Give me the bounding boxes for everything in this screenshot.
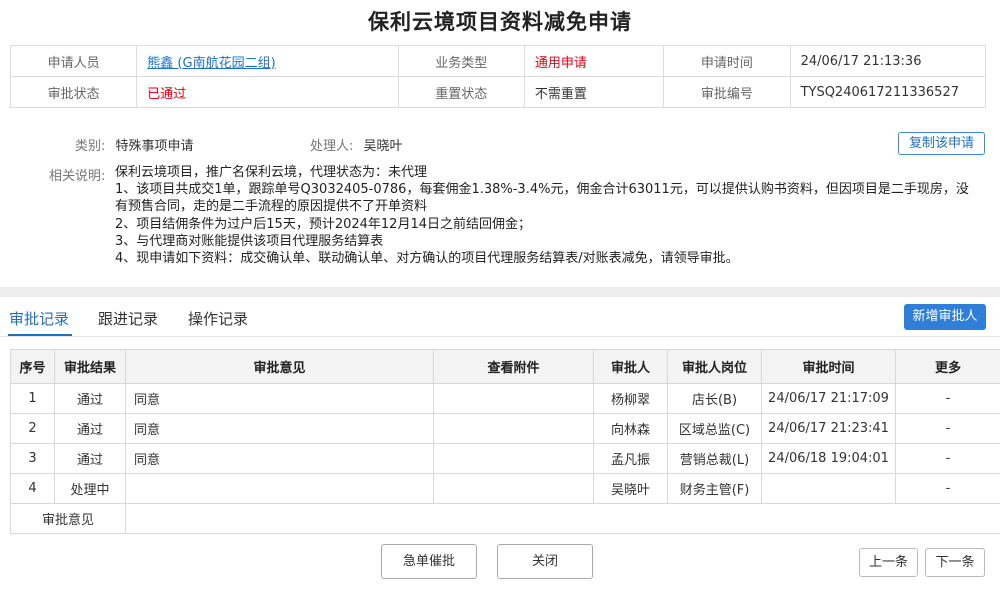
row-no: 4 — [10, 473, 55, 504]
row-more[interactable]: - — [895, 443, 1000, 474]
row-time: 24/06/18 19:04:01 — [761, 443, 896, 474]
opinion-input-label: 审批意见 — [10, 503, 126, 534]
apply-time-value: 24/06/17 21:13:36 — [789, 45, 987, 77]
category-label: 类别: — [75, 139, 106, 154]
copy-application-button[interactable]: 复制该申请 — [898, 132, 985, 155]
tab-approval-records[interactable]: 审批记录 — [9, 308, 69, 329]
row-time: 24/06/17 21:17:09 — [761, 383, 896, 414]
description-text: 保利云境项目，推广名保利云境，代理状态为：未代理 1、该项目共成交1单，跟踪单号… — [115, 164, 975, 267]
approval-no-label: 审批编号 — [663, 76, 791, 108]
row-result: 处理中 — [54, 473, 126, 504]
row-result: 通过 — [54, 443, 126, 474]
category-field: 类别: 特殊事项申请 — [75, 135, 194, 154]
reset-status-value: 不需重置 — [523, 76, 665, 108]
row-opinion: 同意 — [125, 383, 434, 414]
biz-type-value: 通用申请 — [523, 45, 665, 77]
row-position: 区域总监(C) — [667, 413, 762, 444]
row-approver: 杨柳翠 — [593, 383, 668, 414]
row-no: 2 — [10, 413, 55, 444]
approval-records-table: 序号 审批结果 审批意见 查看附件 审批人 审批人岗位 审批时间 更多 1 通过… — [10, 349, 1000, 534]
col-header-result: 审批结果 — [54, 349, 126, 384]
add-approver-button[interactable]: 新增审批人 — [904, 304, 986, 330]
row-no: 3 — [10, 443, 55, 474]
apply-time-label: 申请时间 — [663, 45, 791, 77]
row-approver: 吴晓叶 — [593, 473, 668, 504]
tab-followup-records[interactable]: 跟进记录 — [98, 308, 158, 329]
col-header-position: 审批人岗位 — [667, 349, 762, 384]
row-no: 1 — [10, 383, 55, 414]
description-line: 3、与代理商对账能提供该项目代理服务结算表 — [115, 233, 384, 249]
col-header-more: 更多 — [895, 349, 1000, 384]
urge-approval-button[interactable]: 急单催批 — [381, 544, 477, 579]
description-line: 4、现申请如下资料：成交确认单、联动确认单、对方确认的项目代理服务结算表/对账表… — [115, 251, 739, 267]
description-line: 1、该项目共成交1单，跟踪单号Q3032405-0786，每套佣金1.38%-3… — [115, 182, 969, 215]
row-position: 营销总裁(L) — [667, 443, 762, 474]
applicant-label: 申请人员 — [9, 45, 138, 77]
row-time: 24/06/17 21:23:41 — [761, 413, 896, 444]
row-approver: 向林森 — [593, 413, 668, 444]
record-tabs: 审批记录 跟进记录 操作记录 — [0, 297, 1000, 337]
applicant-link[interactable]: 熊鑫 (G南航花园二组) — [147, 56, 275, 71]
row-attachment[interactable] — [433, 473, 594, 504]
section-divider — [0, 287, 1000, 297]
page-title: 保利云境项目资料减免申请 — [368, 10, 632, 34]
row-position: 店长(B) — [667, 383, 762, 414]
row-result: 通过 — [54, 383, 126, 414]
approval-status-label: 审批状态 — [9, 76, 138, 108]
application-info-table: 申请人员 熊鑫 (G南航花园二组) 业务类型 通用申请 申请时间 24/06/1… — [9, 45, 987, 108]
approval-status-value: 已通过 — [136, 76, 399, 108]
description-line: 保利云境项目，推广名保利云境，代理状态为：未代理 — [115, 165, 428, 180]
row-opinion: 同意 — [125, 413, 434, 444]
row-position: 财务主管(F) — [667, 473, 762, 504]
prev-record-button[interactable]: 上一条 — [859, 548, 918, 577]
next-record-button[interactable]: 下一条 — [925, 548, 985, 577]
tab-operation-records[interactable]: 操作记录 — [188, 308, 248, 329]
biz-type-label: 业务类型 — [397, 45, 525, 77]
col-header-time: 审批时间 — [761, 349, 896, 384]
row-attachment[interactable] — [433, 443, 594, 474]
opinion-input-area[interactable] — [125, 503, 1000, 534]
row-approver: 孟凡振 — [593, 443, 668, 474]
row-more[interactable]: - — [895, 413, 1000, 444]
description-line: 2、项目结佣条件为过户后15天，预计2024年12月14日之前结回佣金； — [115, 216, 531, 232]
row-time — [761, 473, 896, 504]
row-opinion — [125, 473, 434, 504]
row-attachment[interactable] — [433, 413, 594, 444]
handler-label: 处理人: — [310, 139, 354, 154]
handler-field: 处理人: 吴晓叶 — [310, 135, 403, 154]
description-label: 相关说明: — [49, 169, 106, 184]
category-value: 特殊事项申请 — [115, 139, 194, 154]
table-row: 2 通过 同意 向林森 区域总监(C) 24/06/17 21:23:41 - — [10, 413, 1000, 444]
col-header-no: 序号 — [10, 349, 55, 384]
row-more[interactable]: - — [895, 473, 1000, 504]
row-result: 通过 — [54, 413, 126, 444]
col-header-approver: 审批人 — [593, 349, 668, 384]
close-button[interactable]: 关闭 — [497, 544, 593, 579]
active-tab-indicator — [8, 334, 72, 336]
col-header-attachment: 查看附件 — [433, 349, 594, 384]
handler-value: 吴晓叶 — [363, 139, 403, 154]
row-opinion: 同意 — [125, 443, 434, 474]
table-row: 4 处理中 吴晓叶 财务主管(F) - — [10, 473, 1000, 504]
row-more[interactable]: - — [895, 383, 1000, 414]
table-row: 1 通过 同意 杨柳翠 店长(B) 24/06/17 21:17:09 - — [10, 383, 1000, 414]
col-header-opinion: 审批意见 — [125, 349, 434, 384]
table-row: 3 通过 同意 孟凡振 营销总裁(L) 24/06/18 19:04:01 - — [10, 443, 1000, 474]
table-header-row: 序号 审批结果 审批意见 查看附件 审批人 审批人岗位 审批时间 更多 — [10, 349, 1000, 384]
approval-no-value: TYSQ240617211336527 — [789, 76, 987, 108]
opinion-input-row: 审批意见 — [10, 503, 1000, 534]
reset-status-label: 重置状态 — [397, 76, 525, 108]
row-attachment[interactable] — [433, 383, 594, 414]
